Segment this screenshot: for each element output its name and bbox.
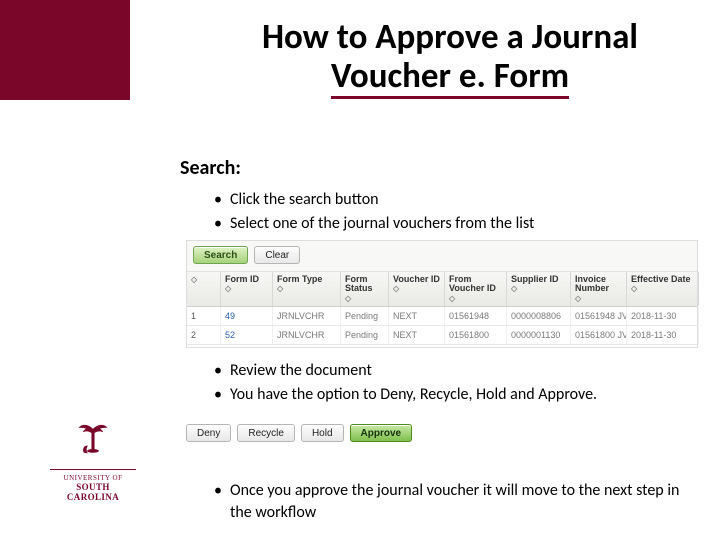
bullet-text: Review the document	[230, 361, 372, 380]
action-buttons-embed: Deny Recycle Hold Approve	[186, 418, 406, 454]
bullet-text: Click the search button	[230, 190, 379, 209]
palmetto-tree-icon	[76, 420, 110, 458]
sort-icon: ◇	[225, 285, 268, 293]
search-button[interactable]: Search	[193, 246, 248, 264]
cell-effective-date: 2018-11-30	[627, 307, 699, 325]
clear-button[interactable]: Clear	[254, 246, 300, 264]
results-header-row: ◇ Form ID◇ Form Type◇ Form Status◇ Vouch…	[187, 272, 697, 307]
approve-button[interactable]: Approve	[350, 424, 413, 442]
cell-index: 1	[187, 307, 221, 325]
cell-form-id[interactable]: 52	[221, 326, 273, 344]
bullet-item: Once you approve the journal voucher it …	[214, 480, 684, 523]
bullet-text: You have the option to Deny, Recycle, Ho…	[230, 385, 597, 404]
sort-icon: ◇	[393, 285, 440, 293]
cell-voucher-id: NEXT	[389, 307, 445, 325]
hold-button[interactable]: Hold	[301, 424, 344, 442]
bullet-text: Once you approve the journal voucher it …	[230, 481, 679, 522]
bullet-text: Select one of the journal vouchers from …	[230, 214, 534, 233]
logo-text-1: UNIVERSITY OF	[50, 474, 136, 482]
cell-form-id[interactable]: 49	[221, 307, 273, 325]
title-line-2: Voucher e. Form	[331, 57, 569, 100]
deny-button[interactable]: Deny	[186, 424, 231, 442]
col-from-voucher-id[interactable]: From Voucher ID◇	[445, 272, 507, 306]
col-supplier-id[interactable]: Supplier ID◇	[507, 272, 571, 306]
logo-text-2: SOUTH CAROLINA	[50, 482, 136, 502]
col-form-status[interactable]: Form Status◇	[341, 272, 389, 306]
bullet-list-b: Review the document You have the option …	[214, 360, 597, 407]
page-title: How to Approve a Journal Voucher e. Form	[190, 18, 710, 99]
logo-divider	[50, 469, 136, 470]
section-label: Search:	[180, 156, 241, 180]
slide: How to Approve a Journal Voucher e. Form…	[0, 0, 720, 540]
col-invoice-number[interactable]: Invoice Number◇	[571, 272, 627, 306]
sort-icon: ◇	[449, 295, 502, 303]
sort-icon: ◇	[511, 285, 566, 293]
search-results-embed: Search Clear ◇ Form ID◇ Form Type◇ Form …	[186, 240, 698, 348]
bullet-item: You have the option to Deny, Recycle, Ho…	[214, 384, 597, 406]
cell-form-type: JRNLVCHR	[273, 326, 341, 344]
sort-icon: ◇	[345, 295, 384, 303]
cell-form-status: Pending	[341, 326, 389, 344]
action-toolbar: Deny Recycle Hold Approve	[186, 418, 406, 448]
bullet-list-c: Once you approve the journal voucher it …	[214, 480, 684, 525]
cell-from-voucher-id: 01561800	[445, 326, 507, 344]
usc-logo: UNIVERSITY OF SOUTH CAROLINA	[50, 420, 136, 502]
bullet-list-a: Click the search button Select one of th…	[214, 189, 534, 236]
sort-icon[interactable]: ◇	[191, 276, 216, 284]
col-voucher-id[interactable]: Voucher ID◇	[389, 272, 445, 306]
title-line-1: How to Approve a Journal	[262, 16, 638, 58]
cell-supplier-id: 0000001130	[507, 326, 571, 344]
bullet-item: Click the search button	[214, 189, 534, 211]
cell-voucher-id: NEXT	[389, 326, 445, 344]
cell-form-status: Pending	[341, 307, 389, 325]
col-form-type[interactable]: Form Type◇	[273, 272, 341, 306]
cell-invoice-number: 01561948 JV	[571, 307, 627, 325]
sort-icon: ◇	[575, 295, 622, 303]
table-row[interactable]: 2 52 JRNLVCHR Pending NEXT 01561800 0000…	[187, 326, 697, 345]
sort-icon: ◇	[277, 285, 336, 293]
cell-form-type: JRNLVCHR	[273, 307, 341, 325]
cell-invoice-number: 01561800 JV2	[571, 326, 627, 344]
bullet-item: Select one of the journal vouchers from …	[214, 213, 534, 235]
col-effective-date[interactable]: Effective Date◇	[627, 272, 699, 306]
cell-effective-date: 2018-11-30	[627, 326, 699, 344]
col-form-id[interactable]: Form ID◇	[221, 272, 273, 306]
sort-icon: ◇	[631, 285, 694, 293]
table-row[interactable]: 1 49 JRNLVCHR Pending NEXT 01561948 0000…	[187, 307, 697, 326]
brand-sidebar	[0, 0, 130, 100]
search-toolbar: Search Clear	[187, 241, 697, 272]
recycle-button[interactable]: Recycle	[237, 424, 295, 442]
col-blank: ◇	[187, 272, 221, 306]
cell-from-voucher-id: 01561948	[445, 307, 507, 325]
cell-index: 2	[187, 326, 221, 344]
bullet-item: Review the document	[214, 360, 597, 382]
cell-supplier-id: 0000008806	[507, 307, 571, 325]
